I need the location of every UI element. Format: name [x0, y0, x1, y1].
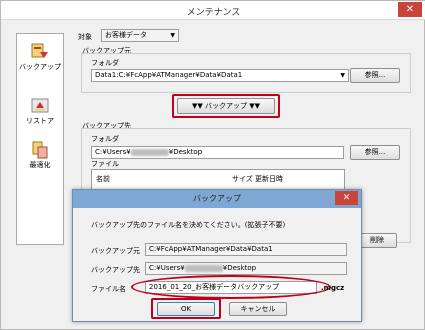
source-folder-select[interactable]: Data1:C:¥FcApp¥ATManager¥Data¥Data1 ▼ — [91, 69, 349, 82]
redacted-username — [130, 148, 169, 156]
dest-folder-suffix: ¥Desktop — [168, 148, 203, 156]
title-bar: メンテナンス ✕ — [1, 1, 425, 20]
restore-icon — [31, 98, 49, 113]
backup-button[interactable]: ▼▼ バックアップ ▼▼ — [177, 98, 275, 114]
dialog-source-label: バックアップ元 — [91, 247, 140, 255]
target-select[interactable]: お客様データ ▼ — [101, 29, 179, 42]
delete-button[interactable]: 削除 — [357, 233, 397, 248]
dest-browse-button[interactable]: 参照... — [350, 145, 400, 160]
target-label: 対象 — [78, 33, 92, 41]
dialog-filename-label: ファイル名 — [91, 285, 126, 293]
window-title: メンテナンス — [186, 8, 241, 18]
sidebar-item-label: バックアップ — [19, 63, 61, 71]
target-select-value: お客様データ — [105, 31, 147, 39]
dialog-close-button[interactable]: ✕ — [335, 191, 358, 205]
chevron-down-icon: ▼ — [340, 72, 345, 79]
sidebar-item-backup[interactable]: バックアップ — [17, 42, 63, 72]
sidebar-item-label: リストア — [26, 117, 54, 125]
window-close-button[interactable]: ✕ — [398, 2, 422, 17]
dest-folder-label: フォルダ — [91, 135, 119, 143]
files-label: ファイル — [91, 160, 119, 168]
dialog-title-bar: バックアップ ✕ — [73, 190, 361, 208]
dialog-message: バックアップ先のファイル名を決めてください。(拡張子不要) — [91, 221, 286, 229]
dialog-dest-prefix: C:¥Users¥ — [149, 264, 185, 272]
column-name: 名前 — [96, 175, 110, 183]
backup-dialog: バックアップ ✕ バックアップ先のファイル名を決めてください。(拡張子不要) バ… — [72, 189, 362, 322]
column-modified: 更新日時 — [255, 175, 283, 183]
dialog-dest-field: C:¥Users¥ ¥Desktop — [145, 262, 347, 275]
dialog-extension: .mgcz — [321, 284, 345, 292]
sidebar-item-optimize[interactable]: 最適化 — [17, 140, 63, 170]
source-browse-button[interactable]: 参照... — [350, 68, 400, 83]
chevron-down-icon: ▼ — [170, 32, 175, 39]
sidebar: バックアップ リストア 最適化 — [16, 33, 64, 245]
ok-button[interactable]: OK — [157, 302, 215, 316]
filename-highlight — [131, 275, 331, 299]
sidebar-item-label: 最適化 — [29, 161, 51, 169]
optimize-icon — [32, 141, 48, 159]
sidebar-item-restore[interactable]: リストア — [17, 96, 63, 126]
cancel-button[interactable]: キャンセル — [229, 302, 287, 316]
dest-folder-field[interactable]: C:¥Users¥ ¥Desktop — [91, 146, 344, 159]
dialog-title: バックアップ — [193, 194, 241, 203]
redacted-username — [184, 264, 223, 272]
source-folder-value: Data1:C:¥FcApp¥ATManager¥Data¥Data1 — [95, 71, 243, 79]
column-size: サイズ — [232, 175, 253, 183]
dest-folder-prefix: C:¥Users¥ — [95, 148, 131, 156]
backup-icon — [31, 43, 48, 58]
source-folder-label: フォルダ — [91, 59, 119, 67]
dialog-dest-label: バックアップ先 — [91, 266, 140, 274]
dialog-source-field: C:¥FcApp¥ATManager¥Data¥Data1 — [145, 243, 347, 256]
dialog-dest-suffix: ¥Desktop — [222, 264, 257, 272]
